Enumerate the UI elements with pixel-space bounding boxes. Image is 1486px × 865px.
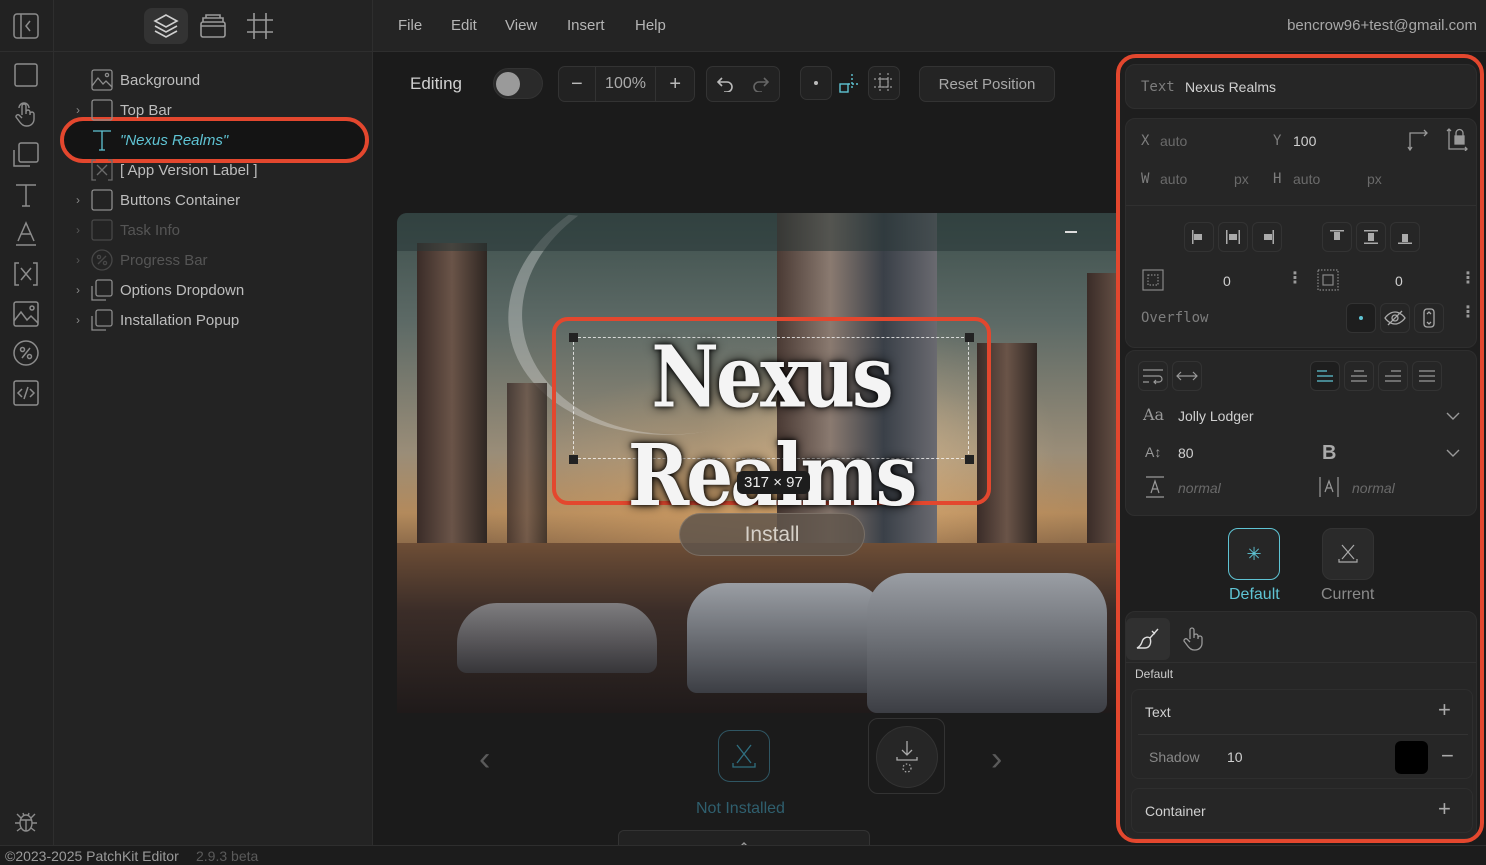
chevron-right-icon[interactable]: ›	[70, 103, 86, 117]
menu-file[interactable]: File	[398, 17, 422, 34]
layers-tab-icon[interactable]	[144, 8, 188, 44]
code-tool-icon[interactable]	[11, 378, 41, 408]
interaction-tool-icon[interactable]	[11, 100, 41, 130]
layer-item-task-info[interactable]: › Task Info	[68, 215, 358, 245]
not-installed-icon	[718, 730, 770, 782]
install-status-label: Not Installed	[696, 800, 785, 817]
prev-arrow[interactable]: ‹	[479, 740, 490, 779]
variable-tool-icon[interactable]	[11, 259, 41, 289]
zoom-controls: − 100% +	[558, 66, 695, 102]
preview-top-bar	[397, 213, 1157, 251]
reset-position-button[interactable]: Reset Position	[919, 66, 1055, 102]
menu-view[interactable]: View	[505, 17, 537, 34]
container-icon	[90, 218, 114, 242]
next-arrow[interactable]: ›	[991, 740, 1002, 779]
layer-item-background[interactable]: Background	[68, 65, 358, 95]
history-controls	[706, 66, 780, 102]
user-email[interactable]: bencrow96+test@gmail.com	[1287, 17, 1477, 34]
copyright-text: ©2023-2025 PatchKit Editor	[5, 848, 179, 864]
chevron-right-icon[interactable]: ›	[70, 253, 86, 267]
layer-item-nexus-realms[interactable]: "Nexus Realms"	[68, 125, 358, 155]
container-icon	[90, 188, 114, 212]
collapse-panel-icon[interactable]	[11, 11, 41, 41]
layers-panel: Background › Top Bar "Nexus Realms" [ Ap…	[54, 0, 373, 845]
font-tool-icon[interactable]	[11, 219, 41, 249]
anchor-point-button[interactable]	[800, 66, 832, 100]
download-icon	[896, 741, 918, 773]
editing-label: Editing	[410, 74, 462, 93]
editing-toggle[interactable]	[493, 68, 543, 99]
chevron-right-icon[interactable]: ›	[70, 223, 86, 237]
layers-panel-tabs	[54, 0, 372, 52]
version-text: 2.9.3 beta	[196, 848, 259, 864]
layer-item-app-version-label[interactable]: [ App Version Label ]	[68, 155, 358, 185]
layer-item-installation-popup[interactable]: › Installation Popup	[68, 305, 358, 335]
text-icon	[90, 128, 114, 152]
launcher-preview: × Nexus Realms 317 × 97 Install	[397, 213, 1157, 713]
text-tool-icon[interactable]	[11, 180, 41, 210]
install-button[interactable]: Install	[679, 513, 865, 556]
minimize-icon[interactable]	[1065, 231, 1077, 233]
snap-guides-icon[interactable]	[837, 72, 861, 96]
progress-tool-icon[interactable]	[11, 338, 41, 368]
container-icon	[90, 98, 114, 122]
zoom-in-button[interactable]: +	[656, 67, 694, 101]
component-icon	[90, 278, 114, 302]
assets-tab-icon[interactable]	[191, 8, 235, 44]
undo-button[interactable]	[707, 67, 743, 101]
zoom-out-button[interactable]: −	[559, 67, 595, 101]
dimension-badge: 317 × 97	[737, 471, 810, 494]
menu-bar: File Edit View Insert Help bencrow96+tes…	[373, 0, 1486, 52]
chevron-right-icon[interactable]: ›	[70, 283, 86, 297]
grid-snap-button[interactable]	[868, 66, 900, 100]
image-icon	[90, 68, 114, 92]
layer-item-progress-bar[interactable]: › Progress Bar	[68, 245, 358, 275]
component-icon	[90, 308, 114, 332]
zoom-level[interactable]: 100%	[596, 67, 656, 101]
menu-insert[interactable]: Insert	[567, 17, 605, 34]
toggle-knob	[496, 72, 520, 96]
tool-rail	[0, 0, 54, 845]
menu-help[interactable]: Help	[635, 17, 666, 34]
layer-item-top-bar[interactable]: › Top Bar	[68, 95, 358, 125]
component-tool-icon[interactable]	[11, 140, 41, 170]
menu-edit[interactable]: Edit	[451, 17, 477, 34]
download-button[interactable]	[868, 718, 945, 794]
variable-icon	[90, 158, 114, 182]
debug-icon[interactable]	[11, 806, 41, 836]
undo-icon	[716, 77, 733, 92]
frame-tab-icon[interactable]	[238, 8, 282, 44]
status-footer: ©2023-2025 PatchKit Editor 2.9.3 beta	[0, 845, 1486, 865]
layer-item-buttons-container[interactable]: › Buttons Container	[68, 185, 358, 215]
grid-icon	[874, 73, 894, 93]
layer-item-options-dropdown[interactable]: › Options Dropdown	[68, 275, 358, 305]
chevron-right-icon[interactable]: ›	[70, 193, 86, 207]
game-title-text[interactable]: Nexus Realms	[573, 328, 969, 526]
image-tool-icon[interactable]	[11, 299, 41, 329]
dot-icon	[814, 81, 818, 85]
redo-icon	[753, 77, 770, 92]
redo-button[interactable]	[743, 67, 779, 101]
progress-icon	[90, 248, 114, 272]
rectangle-tool-icon[interactable]	[11, 60, 41, 90]
properties-highlight	[1116, 54, 1484, 843]
chevron-right-icon[interactable]: ›	[70, 313, 86, 327]
